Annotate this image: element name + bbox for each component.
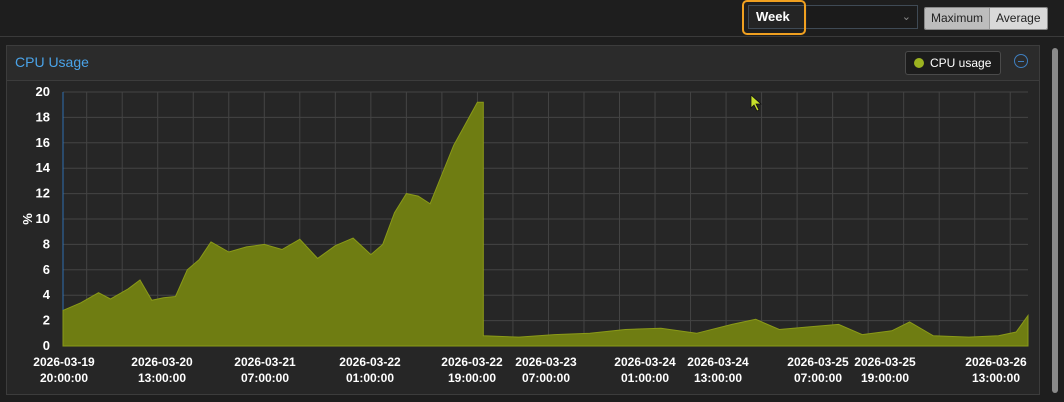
x-tick-date: 2026-03-20 [131, 355, 193, 369]
x-tick-time: 20:00:00 [40, 371, 88, 385]
x-tick-time: 01:00:00 [346, 371, 394, 385]
x-tick-date: 2026-03-23 [515, 355, 577, 369]
y-axis-label: % [20, 213, 35, 225]
cpu-chart: 02468101214161820 2026-03-1920:00:002026… [20, 84, 1029, 385]
x-tick-time: 13:00:00 [694, 371, 742, 385]
x-tick-date: 2026-03-24 [614, 355, 676, 369]
x-tick-time: 07:00:00 [241, 371, 289, 385]
y-tick-label: 0 [43, 338, 50, 353]
x-tick-date: 2026-03-25 [787, 355, 849, 369]
x-tick-time: 19:00:00 [448, 371, 496, 385]
x-tick-date: 2026-03-24 [687, 355, 749, 369]
x-tick-date: 2026-03-22 [441, 355, 503, 369]
scroll-thumb[interactable] [1052, 48, 1058, 393]
y-axis: 0 2 4 6 8 10 12 14 16 18 20 [36, 84, 51, 353]
x-tick-time: 13:00:00 [138, 371, 186, 385]
x-tick-date: 2026-03-21 [234, 355, 296, 369]
x-tick-time: 13:00:00 [972, 371, 1020, 385]
scrollbar[interactable] [1048, 40, 1062, 400]
y-tick-label: 14 [36, 160, 51, 175]
y-tick-label: 8 [43, 236, 50, 251]
y-tick-label: 4 [43, 287, 51, 302]
y-tick-label: 12 [36, 186, 50, 201]
x-tick-time: 07:00:00 [794, 371, 842, 385]
y-tick-label: 20 [36, 84, 50, 99]
x-tick-date: 2026-03-26 [965, 355, 1027, 369]
x-axis: 2026-03-19 20:00:00 2026-03-20 13:00:00 2026… [33, 355, 1027, 385]
x-tick-date: 2026-03-25 [854, 355, 916, 369]
x-tick-date: 2026-03-22 [339, 355, 401, 369]
y-tick-label: 2 [43, 313, 50, 328]
y-tick-label: 18 [36, 109, 50, 124]
x-tick-time: 01:00:00 [621, 371, 669, 385]
mouse-cursor-icon [750, 94, 763, 112]
x-tick-date: 2026-03-19 [33, 355, 95, 369]
y-tick-label: 16 [36, 135, 50, 150]
x-tick-time: 07:00:00 [522, 371, 570, 385]
x-tick-time: 19:00:00 [861, 371, 909, 385]
y-tick-label: 10 [36, 211, 50, 226]
y-tick-label: 6 [43, 262, 50, 277]
